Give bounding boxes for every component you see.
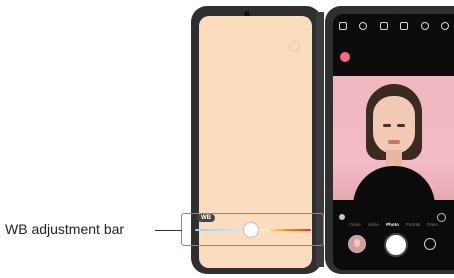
camera-top-toolbar	[339, 21, 449, 31]
portrait-face	[373, 96, 415, 154]
camera-screen: Close Video Photo Portrait Pano	[333, 14, 454, 270]
flash-icon[interactable]	[359, 22, 368, 30]
wb-slider-knob[interactable]	[243, 222, 259, 238]
mode-item[interactable]: Pano	[427, 222, 438, 232]
filter-icon[interactable]	[420, 22, 429, 30]
mode-item[interactable]: Portrait	[406, 222, 421, 232]
callout-label: WB adjustment bar	[5, 221, 125, 237]
camera-viewfinder[interactable]	[333, 76, 454, 200]
mode-item-active[interactable]: Photo	[386, 222, 399, 232]
portrait-eye	[383, 124, 391, 127]
switch-camera-icon[interactable]	[424, 238, 436, 250]
portrait-lips	[388, 140, 400, 144]
mode-item[interactable]: Close	[349, 222, 361, 232]
gallery-thumbnail[interactable]	[348, 235, 366, 253]
camera-settings-icon[interactable]	[340, 52, 350, 62]
portrait-shirt	[353, 166, 435, 200]
right-phone-device: Close Video Photo Portrait Pano	[325, 6, 454, 274]
lens-icon[interactable]	[339, 214, 345, 220]
screen-watermark-icon	[289, 41, 300, 52]
shutter-button[interactable]	[384, 233, 408, 257]
settings-icon[interactable]	[339, 22, 347, 30]
mode-icon[interactable]	[400, 22, 409, 30]
aspect-ratio-icon[interactable]	[379, 22, 388, 30]
front-camera-icon	[394, 14, 400, 19]
thumbnail-face	[354, 239, 360, 247]
mode-item[interactable]: Video	[368, 222, 379, 232]
timer-icon[interactable]	[437, 213, 446, 222]
portrait-eye	[397, 124, 405, 127]
power-icon[interactable]	[440, 22, 449, 30]
wb-badge: WB	[197, 214, 215, 222]
camera-mode-selector[interactable]: Close Video Photo Portrait Pano	[333, 222, 454, 232]
callout-leader-line	[155, 230, 182, 231]
